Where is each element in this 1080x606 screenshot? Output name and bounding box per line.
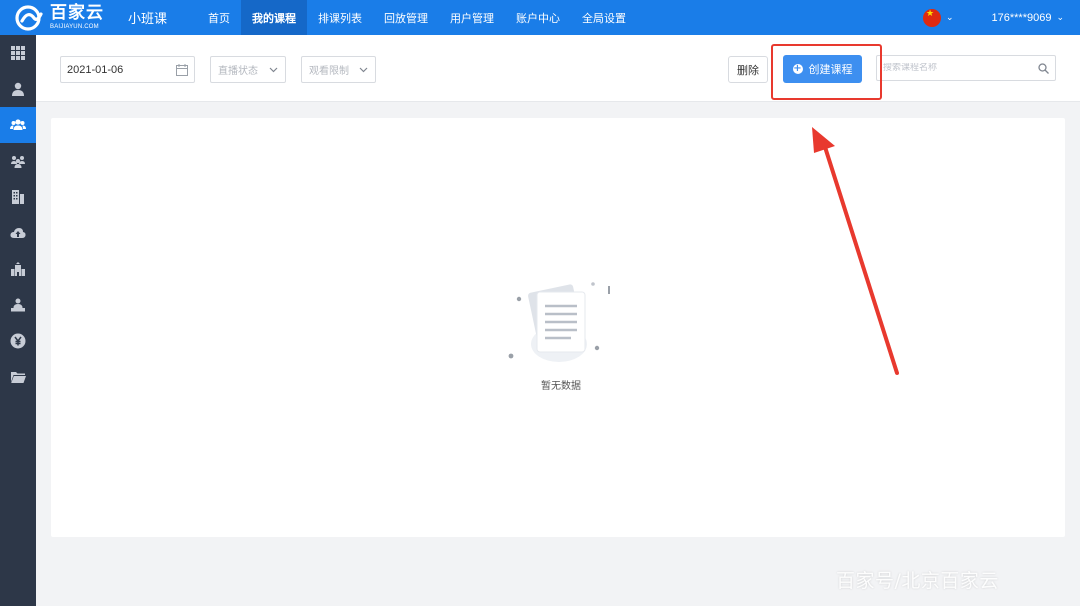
date-picker[interactable]: 2021-01-06 — [60, 56, 195, 83]
top-bar: 百家云 BAIJIAYUN.COM 小班课 首页 我的课程 排课列表 回放管理 … — [0, 0, 1080, 35]
view-limit-placeholder: 观看限制 — [309, 66, 349, 77]
live-status-placeholder: 直播状态 — [218, 66, 258, 77]
calendar-icon — [176, 63, 188, 76]
live-status-select[interactable]: 直播状态 — [210, 56, 286, 83]
group-icon — [10, 119, 26, 130]
school-icon — [11, 262, 25, 276]
nav-item-account[interactable]: 账户中心 — [505, 0, 571, 35]
logo-subtext: BAIJIAYUN.COM — [50, 24, 99, 30]
logo-icon — [15, 4, 43, 31]
sidebar-item-team[interactable] — [0, 143, 36, 179]
empty-document-icon — [508, 282, 610, 362]
sidebar-item-finance[interactable] — [0, 323, 36, 359]
create-course-button[interactable]: + 创建课程 — [783, 55, 862, 83]
sidebar-item-organization[interactable] — [0, 179, 36, 215]
nav-item-schedule-list[interactable]: 排课列表 — [307, 0, 373, 35]
nav-item-my-courses[interactable]: 我的课程 — [241, 0, 308, 35]
product-name: 小班课 — [128, 12, 168, 27]
course-search[interactable] — [876, 55, 1056, 81]
team-icon — [11, 156, 25, 168]
yen-icon — [10, 333, 26, 349]
nav-item-users[interactable]: 用户管理 — [439, 0, 505, 35]
language-chevron-down-icon[interactable]: ⌄ — [946, 13, 954, 23]
create-course-label: 创建课程 — [808, 63, 853, 76]
sidebar-item-class[interactable] — [0, 107, 36, 143]
user-chevron-down-icon: ⌄ — [1056, 12, 1064, 22]
empty-state-text: 暂无数据 — [541, 381, 581, 392]
logo-text: 百家云 — [50, 3, 104, 23]
course-list-panel: 暂无数据 — [51, 118, 1065, 537]
sidebar-item-school[interactable] — [0, 251, 36, 287]
china-flag-icon[interactable]: ★ — [922, 8, 941, 27]
grid-icon — [11, 46, 25, 60]
sidebar — [0, 35, 36, 606]
user-icon — [12, 82, 24, 96]
filter-bar: 2021-01-06 直播状态 观看限制 删除 + 创建课程 — [36, 35, 1080, 102]
sidebar-item-files[interactable] — [0, 359, 36, 395]
plus-circle-icon: + — [792, 63, 803, 74]
empty-state: 暂无数据 — [501, 274, 621, 392]
building-icon — [12, 190, 24, 204]
date-value: 2021-01-06 — [67, 63, 124, 76]
user-phone: 176****9069 — [991, 11, 1052, 24]
cloud-upload-icon — [10, 228, 26, 238]
sidebar-item-teacher[interactable] — [0, 287, 36, 323]
nav-item-playback[interactable]: 回放管理 — [373, 0, 439, 35]
logo[interactable]: 百家云 BAIJIAYUN.COM — [14, 0, 114, 35]
sidebar-item-dashboard[interactable] — [0, 35, 36, 71]
search-input[interactable] — [883, 63, 1023, 73]
teacher-icon — [11, 298, 25, 312]
watermark: 百家号/北京百家云 — [836, 570, 999, 592]
chevron-down-icon — [359, 67, 368, 73]
main-nav: 首页 我的课程 排课列表 回放管理 用户管理 账户中心 全局设置 — [197, 0, 637, 35]
sidebar-item-upload[interactable] — [0, 215, 36, 251]
user-menu[interactable]: 176****9069 ⌄ — [992, 12, 1065, 24]
delete-button[interactable]: 删除 — [728, 56, 768, 83]
nav-item-settings[interactable]: 全局设置 — [571, 0, 637, 35]
sidebar-item-user[interactable] — [0, 71, 36, 107]
nav-item-home[interactable]: 首页 — [197, 0, 241, 35]
view-limit-select[interactable]: 观看限制 — [301, 56, 376, 83]
chevron-down-icon — [269, 67, 278, 73]
search-icon[interactable] — [1038, 62, 1049, 74]
folder-icon — [11, 372, 26, 383]
